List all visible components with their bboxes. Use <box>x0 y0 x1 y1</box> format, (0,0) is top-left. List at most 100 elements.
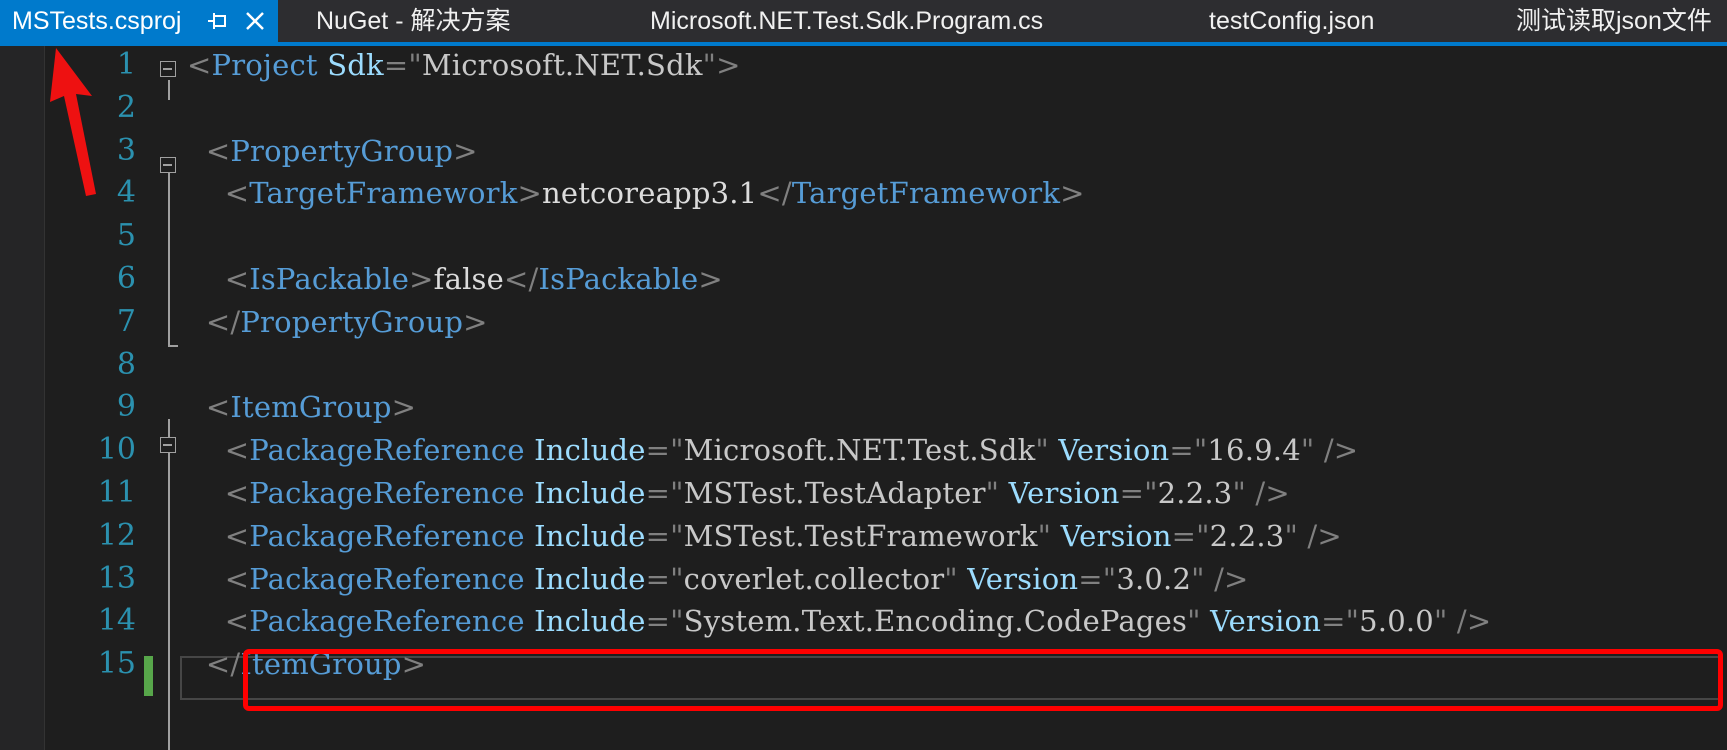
code-token: < <box>205 390 231 425</box>
code-token: " /> <box>1433 604 1492 639</box>
code-text: <PackageReference Include="Microsoft.NET… <box>187 427 1358 473</box>
code-token: Project <box>211 48 318 82</box>
code-line[interactable]: 10 <PackageReference Include="Microsoft.… <box>0 427 1727 473</box>
code-token: netcoreapp3.1 <box>541 176 758 211</box>
code-token: =" <box>1321 604 1360 639</box>
code-line[interactable]: 14 <PackageReference Include="System.Tex… <box>0 598 1727 644</box>
code-token: =" <box>1171 518 1210 553</box>
code-token: Include <box>534 433 646 468</box>
code-token: 2.2.3 <box>1209 518 1285 553</box>
code-token: =" <box>645 604 684 639</box>
tab-nuget-solution[interactable]: NuGet - 解决方案 <box>298 0 510 42</box>
code-token: coverlet.collector <box>683 561 945 596</box>
line-number: 6 <box>116 261 136 296</box>
code-token: 5.0.0 <box>1359 604 1434 639</box>
code-token: " /> <box>1232 476 1290 510</box>
code-line[interactable]: 3 <PropertyGroup> <box>0 128 1727 174</box>
code-token: Version <box>967 561 1079 596</box>
code-token: =" <box>1119 476 1158 510</box>
code-line[interactable]: 2 <box>0 85 1727 131</box>
code-line[interactable]: 8 <box>0 342 1727 388</box>
code-editor[interactable]: 1 <Project Sdk="Microsoft.NET.Sdk"> 2 3 <Pr… <box>0 46 1727 750</box>
pin-icon[interactable] <box>205 0 229 42</box>
line-number: 12 <box>97 517 136 553</box>
code-line[interactable]: 7 </PropertyGroup> <box>0 299 1727 345</box>
code-text: <PackageReference Include="MSTest.TestAd… <box>187 470 1290 516</box>
code-token: Version <box>1210 604 1322 639</box>
code-line[interactable]: 5 <box>0 213 1727 259</box>
code-token: PackageReference <box>249 561 525 596</box>
code-text: <TargetFramework>netcoreapp3.1</TargetFr… <box>187 170 1085 216</box>
code-token: Include <box>534 476 646 510</box>
code-line[interactable]: 9 <ItemGroup> <box>0 384 1727 430</box>
code-token: Include <box>534 561 646 596</box>
code-token: < <box>187 48 212 82</box>
code-token: "> <box>702 48 741 82</box>
code-token: " /> <box>1284 518 1342 553</box>
line-number: 5 <box>116 218 136 254</box>
code-text: <PropertyGroup> <box>187 128 478 174</box>
line-number: 7 <box>116 303 136 339</box>
code-token: System.Text.Encoding.CodePages <box>683 604 1188 639</box>
code-token: PackageReference <box>249 476 525 510</box>
code-token: PropertyGroup <box>240 304 464 339</box>
code-line[interactable]: 6 <IsPackable>false</IsPackable> <box>0 256 1727 302</box>
tab-label: Microsoft.NET.Test.Sdk.Program.cs <box>650 7 1044 35</box>
code-text: <PackageReference Include="coverlet.coll… <box>187 556 1249 602</box>
code-token: > <box>698 262 723 296</box>
tab-json-read-test[interactable]: 测试读取json文件 <box>1516 0 1712 42</box>
code-token: > <box>453 133 478 168</box>
line-number: 9 <box>116 389 136 425</box>
code-token: MSTest.TestAdapter <box>683 476 986 510</box>
code-line[interactable]: 13 <PackageReference Include="coverlet.c… <box>0 556 1727 602</box>
code-token: < <box>224 518 250 553</box>
code-token: =" <box>645 433 684 468</box>
code-token: " <box>1187 604 1201 639</box>
code-text: </PropertyGroup> <box>187 299 488 345</box>
code-token: < <box>224 176 250 211</box>
code-token: =" <box>645 518 684 553</box>
line-number: 13 <box>97 560 136 596</box>
tab-label: testConfig.json <box>1209 7 1375 35</box>
code-token: Version <box>1058 433 1170 468</box>
line-number: 14 <box>97 603 136 639</box>
code-token: Version <box>1060 518 1172 553</box>
tab-mstests-csproj[interactable]: MSTests.csproj <box>0 0 278 46</box>
close-icon[interactable] <box>243 0 267 42</box>
code-token: < <box>224 604 250 639</box>
line-number: 10 <box>97 432 136 468</box>
code-text: <PackageReference Include="MSTest.TestFr… <box>187 513 1342 559</box>
code-token: TargetFramework <box>249 176 518 211</box>
tab-label: 测试读取json文件 <box>1516 7 1712 35</box>
code-token: " /> <box>1191 561 1249 596</box>
line-number: 11 <box>97 475 136 510</box>
annotation-highlight-box <box>243 649 1723 711</box>
code-line[interactable]: 11 <PackageReference Include="MSTest.Tes… <box>0 470 1727 516</box>
code-line[interactable]: 4 <TargetFramework>netcoreapp3.1</Target… <box>0 170 1727 216</box>
code-token: =" <box>645 476 684 510</box>
code-token: Microsoft.NET.Sdk <box>421 48 703 82</box>
code-line[interactable]: 12 <PackageReference Include="MSTest.Tes… <box>0 513 1727 559</box>
tab-test-sdk-program[interactable]: Microsoft.NET.Test.Sdk.Program.cs <box>650 0 1043 42</box>
code-token: > <box>409 262 434 296</box>
tab-label: MSTests.csproj <box>12 7 182 35</box>
tab-testconfig-json[interactable]: testConfig.json <box>1209 0 1374 42</box>
code-token: < <box>224 561 250 596</box>
document-tab-bar: MSTests.csproj NuGet - 解决方案 Microsoft.NE… <box>0 0 1727 46</box>
code-token: </ <box>503 262 539 296</box>
code-text: <ItemGroup> <box>187 384 416 430</box>
code-line[interactable]: 1 <Project Sdk="Microsoft.NET.Sdk"> <box>0 46 1727 88</box>
code-token: false <box>433 262 504 296</box>
